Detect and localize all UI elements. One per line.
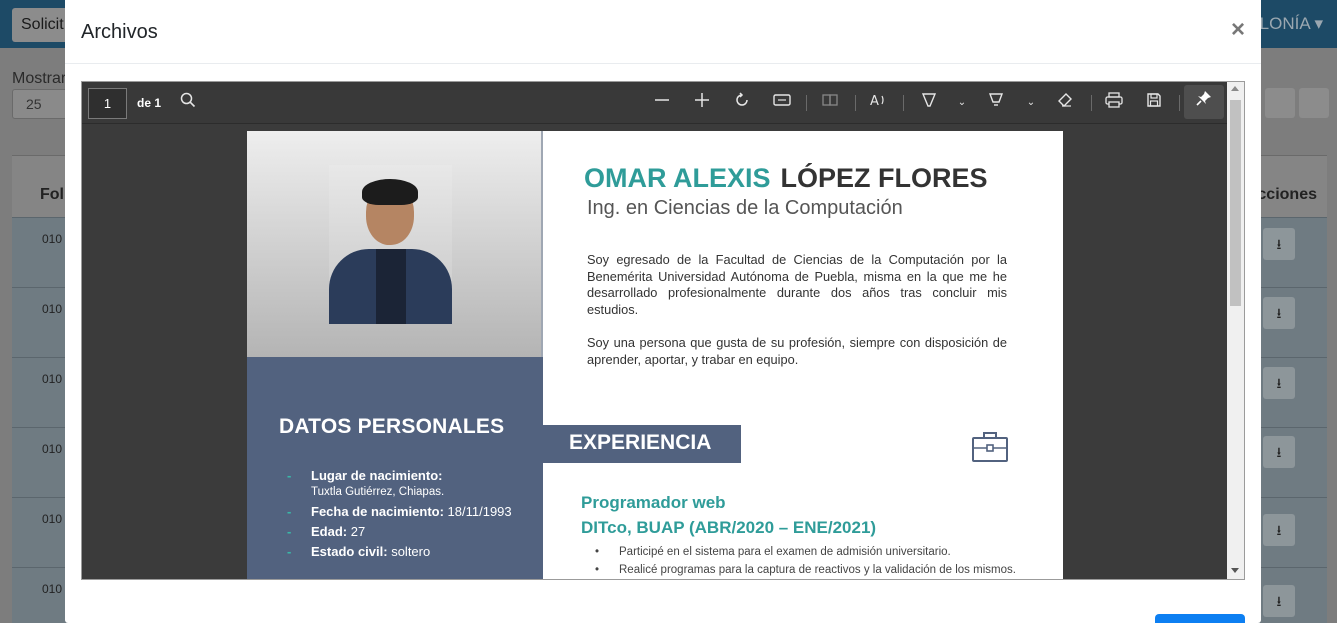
zoom-out-icon[interactable]: [651, 92, 673, 114]
modal-header: Archivos ×: [65, 0, 1261, 64]
nav-user-dropdown[interactable]: LONÍA ▾: [1260, 14, 1323, 34]
bullet-dash: -: [287, 544, 292, 559]
bullet-dot: •: [595, 546, 600, 558]
fit-width-icon[interactable]: [771, 92, 793, 114]
list-item-text: Realicé programas para la captura de rea…: [619, 564, 1016, 576]
dato-value: 18/11/1993: [447, 504, 512, 519]
toolbar-divider: [1091, 95, 1092, 111]
profile-photo: [329, 165, 452, 324]
cv-profession: Ing. en Ciencias de la Computación: [587, 197, 903, 219]
page-size-select[interactable]: 25: [12, 89, 72, 119]
row-folio: 010: [42, 372, 63, 386]
list-view-button[interactable]: [1265, 88, 1295, 118]
toolbar-divider: [1179, 95, 1180, 111]
archivos-modal: Archivos × 1 de 1 A ⌄ ⌄ DATOS PERSONALES…: [65, 0, 1261, 623]
page-view-icon[interactable]: [819, 92, 841, 114]
column-header-acciones: cciones: [1257, 186, 1317, 203]
list-item-text: Participé en el sistema para el examen d…: [619, 546, 951, 558]
cv-name: OMAR ALEXIS LÓPEZ FLORES: [584, 163, 988, 194]
svg-text:A: A: [870, 94, 879, 108]
datos-personales-heading: DATOS PERSONALES: [279, 415, 505, 438]
highlight-icon[interactable]: [918, 92, 940, 114]
zoom-in-icon[interactable]: [691, 92, 713, 114]
dato-value: 27: [350, 524, 366, 539]
cv-summary-paragraph: Soy egresado de la Facultad de Ciencias …: [587, 252, 1007, 317]
chevron-down-icon[interactable]: ⌄: [951, 92, 973, 114]
scroll-down-arrow[interactable]: [1231, 568, 1239, 573]
download-icon[interactable]: ⭳: [1263, 367, 1295, 399]
photo-hair: [362, 179, 418, 205]
nav-user-label: LONÍA: [1259, 14, 1310, 33]
job-title: Programador web: [581, 493, 726, 512]
download-icon[interactable]: ⭳: [1263, 514, 1295, 546]
toolbar-divider: [855, 95, 856, 111]
row-folio: 010: [42, 582, 63, 596]
first-name: OMAR ALEXIS: [584, 163, 771, 193]
dato-label-row: Estado civil: soltero: [311, 544, 430, 559]
bullet-dash: -: [287, 524, 292, 539]
dato-value: Tuxtla Gutiérrez, Chiapas.: [311, 486, 445, 498]
job-company: DITco, BUAP (ABR/2020 – ENE/2021): [581, 518, 877, 537]
download-icon[interactable]: ⭳: [1263, 585, 1295, 617]
search-icon[interactable]: [177, 92, 199, 114]
chevron-down-icon[interactable]: ⌄: [1020, 92, 1042, 114]
row-folio: 010: [42, 512, 63, 526]
dato-label: Lugar de nacimiento:: [311, 468, 443, 483]
pdf-page: DATOS PERSONALES - Lugar de nacimiento: …: [247, 131, 1063, 579]
toolbar-divider: [806, 95, 807, 111]
dato-value: soltero: [391, 544, 431, 559]
print-icon[interactable]: [1103, 92, 1125, 114]
cv-summary-paragraph: Soy una persona que gusta de su profesió…: [587, 335, 1007, 367]
pdf-viewer: 1 de 1 A ⌄ ⌄ DATOS PERSONALES - Lugar de…: [81, 81, 1245, 580]
page-count-label: de 1: [137, 96, 162, 110]
row-folio: 010: [42, 442, 63, 456]
photo-collar: [376, 249, 406, 324]
row-folio: 010: [42, 302, 63, 316]
download-icon[interactable]: ⭳: [1263, 297, 1295, 329]
download-icon[interactable]: ⭳: [1263, 228, 1295, 260]
page-number-input[interactable]: 1: [88, 88, 127, 119]
print-table-button[interactable]: [1299, 88, 1329, 118]
row-folio: 010: [42, 232, 63, 246]
scroll-thumb[interactable]: [1230, 100, 1241, 306]
bullet-dash: -: [287, 504, 292, 519]
eraser-icon[interactable]: [1054, 92, 1076, 114]
pin-icon[interactable]: [1184, 85, 1224, 119]
scroll-up-arrow[interactable]: [1231, 86, 1239, 91]
read-aloud-icon[interactable]: A: [868, 92, 890, 114]
dato-label-row: Fecha de nacimiento: 18/11/1993: [311, 504, 512, 519]
bullet-dash: -: [287, 468, 292, 483]
viewer-scrollbar[interactable]: [1227, 82, 1244, 579]
modal-title: Archivos: [81, 21, 158, 43]
last-name: LÓPEZ FLORES: [780, 163, 988, 193]
draw-icon[interactable]: [985, 92, 1007, 114]
close-icon[interactable]: ×: [1231, 16, 1245, 44]
download-icon[interactable]: ⭳: [1263, 436, 1295, 468]
column-header-folio: Fol: [40, 186, 64, 203]
pdf-toolbar: 1 de 1 A ⌄ ⌄: [82, 82, 1227, 124]
mostrar-label: Mostrar: [12, 70, 67, 87]
dato-label: Fecha de nacimiento:: [311, 504, 444, 519]
bullet-dot: •: [595, 564, 600, 576]
dato-label: Edad:: [311, 524, 348, 539]
save-icon[interactable]: [1143, 92, 1165, 114]
toolbar-divider: [903, 95, 904, 111]
experiencia-heading: EXPERIENCIA: [569, 431, 712, 454]
dato-label: Estado civil:: [311, 544, 388, 559]
briefcase-icon: [972, 432, 1008, 462]
modal-primary-button[interactable]: [1155, 614, 1245, 623]
dato-label-row: Edad: 27: [311, 524, 365, 539]
rotate-icon[interactable]: [731, 92, 753, 114]
